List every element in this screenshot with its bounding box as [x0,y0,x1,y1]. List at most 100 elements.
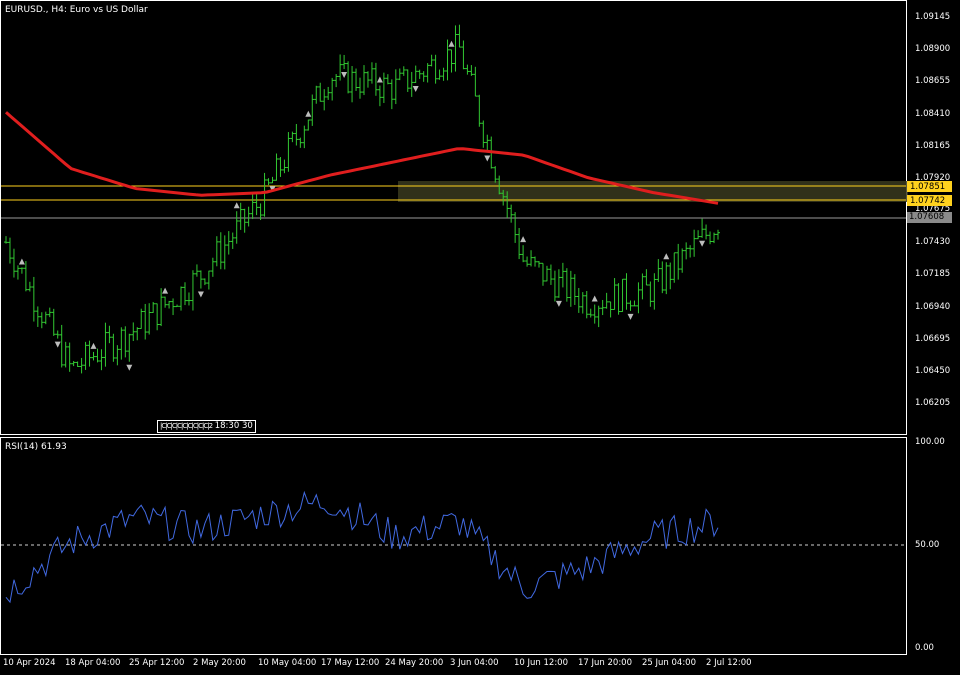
candle [83,341,88,370]
candle [612,278,617,310]
fractal-down-icon [699,240,706,247]
candle [47,307,52,318]
price-tag-current: 1.07608 [907,212,952,223]
candle [354,68,359,91]
price-axis-label: 1.06940 [915,302,951,312]
fractal-down-icon [627,313,634,320]
fractal-up-icon [663,253,670,260]
candle [167,300,172,309]
candle [238,202,243,230]
candle [401,66,406,76]
candle [159,288,164,327]
candle [584,290,589,319]
candle [31,276,36,322]
fractal-down-icon [555,300,562,307]
candle [115,345,120,366]
price-axis-label: 1.08655 [915,76,951,86]
time-axis-label: 25 Jun 04:00 [642,658,696,668]
candle [95,348,100,363]
candle [286,132,291,172]
candle [405,69,410,92]
rsi-line [5,490,719,604]
bar-timer: |C|C|C|C|C|C|C|C|C|2 18:30 30 [157,420,256,433]
candle [716,229,720,240]
candle [103,322,108,367]
candle [588,308,593,318]
timer-suffix: 30 [241,421,253,431]
candle [278,157,283,177]
time-axis-label: 2 May 20:00 [193,658,246,668]
candle [421,71,426,82]
candle [87,340,92,367]
candle [155,303,160,331]
candle [326,86,331,100]
fractal-up-icon [376,76,383,83]
candle [151,301,156,314]
candle [306,119,311,131]
candle [202,278,207,286]
candle [302,125,307,149]
chart-title: EURUSD., H4: Euro vs US Dollar [5,5,148,15]
candle [513,212,518,243]
candle [123,326,128,358]
candle [509,204,514,223]
fractal-down-icon [126,364,133,371]
price-axis-label: 1.08410 [915,109,951,119]
candle [226,231,231,255]
candle [453,25,458,72]
candle [425,63,430,83]
time-axis-label: 10 Jun 12:00 [514,658,568,668]
candle [230,232,235,249]
candle [338,54,343,81]
fractal-up-icon [18,258,25,265]
price-tag-level-mid[interactable]: 1.07742 [907,195,952,206]
candle [477,94,482,127]
candle [290,131,295,143]
candle [684,242,689,260]
candle [572,274,577,305]
candle [449,49,454,73]
candle [469,65,474,76]
fractal-down-icon [484,155,491,162]
candle [194,264,199,277]
candle [147,303,152,335]
price-axis-label: 1.08165 [915,141,951,151]
timer-time: 18:30 [214,421,240,431]
candle [361,65,366,96]
candle [119,327,124,360]
candle [182,282,187,306]
time-axis-label: 10 May 04:00 [258,658,317,668]
candle [19,267,24,274]
candle [274,153,279,181]
candle [186,292,191,306]
price-chart-canvas[interactable] [0,0,960,675]
candle [35,306,40,327]
price-tag-level-top[interactable]: 1.07851 [907,181,952,192]
price-axis-label: 1.07430 [915,237,951,247]
candle [254,193,259,216]
candle [298,137,303,148]
candle [358,77,363,99]
price-axis-label: 1.09145 [915,12,951,22]
candle [11,248,16,278]
candle [393,69,398,105]
candle [632,300,637,307]
rsi-axis-label: 50.00 [915,540,940,550]
candle [544,265,549,282]
candle [465,64,470,75]
fractal-up-icon [90,342,97,349]
candle [668,262,673,290]
price-axis-label: 1.06205 [915,398,951,408]
candle [664,262,669,295]
candle [99,349,104,371]
rsi-title: RSI(14) 61.93 [5,442,67,452]
price-axis-label: 1.07185 [915,269,951,279]
candle [139,308,144,330]
fractal-markers [18,40,706,371]
candle [564,268,569,302]
candle [27,281,32,292]
candle [346,61,351,94]
candle [461,40,466,70]
candle [457,24,462,48]
candle [67,342,72,372]
